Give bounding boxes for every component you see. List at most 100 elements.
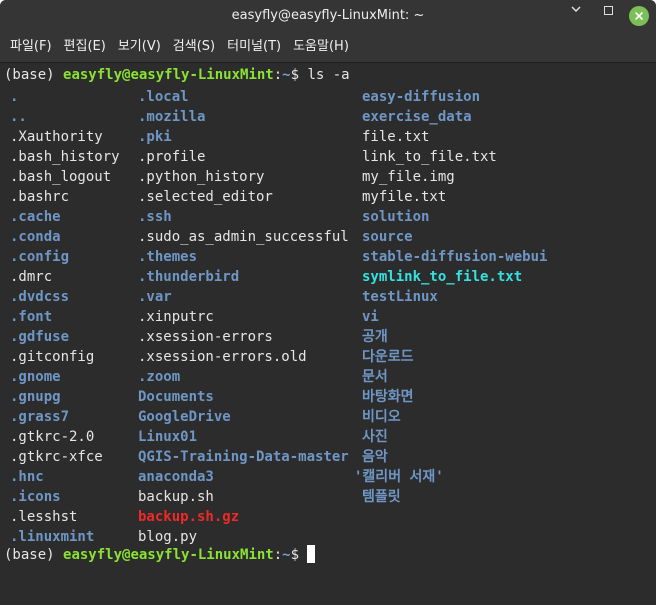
listing-entry-file: .selected_editor — [138, 189, 273, 205]
listing-entry-dir: .conda — [10, 229, 61, 245]
listing-entry-dir: .mozilla — [138, 109, 206, 125]
listing-entry-file: link_to_file.txt — [362, 149, 497, 165]
listing-entry-dir: .cache — [10, 209, 61, 225]
listing-entry-dir: .themes — [138, 249, 198, 265]
listing-entry-dir: .ssh — [138, 209, 172, 225]
listing-column-3: easy-diffusion exercise_data file.txt link_… — [354, 87, 548, 507]
listing-entry-file: .gtkrc-xfce — [10, 449, 103, 465]
listing-entry-dir: '캘리버 서재' — [354, 469, 444, 485]
menu-bar: 파일(F) 편집(E) 보기(V) 검색(S) 터미널(T) 도움말(H) — [0, 32, 656, 62]
listing-entry-file: .xsession-errors.old — [138, 349, 307, 365]
close-button[interactable] — [629, 6, 649, 26]
listing-entry-file: .python_history — [138, 169, 265, 185]
listing-entry-dir: .font — [10, 309, 53, 325]
listing-entry-file: .sudo_as_admin_successful — [138, 229, 349, 245]
listing-entry-dir: .var — [138, 289, 172, 305]
conda-env: (base) — [4, 547, 64, 563]
listing-column-2: .local .mozilla .pki .profile .python_histor… — [138, 87, 349, 547]
listing-entry-dir: anaconda3 — [138, 469, 214, 485]
listing-entry-file: .bashrc — [10, 189, 70, 205]
listing-entry-dir: 공개 — [362, 329, 388, 345]
prompt-symbol: $ — [290, 67, 308, 83]
prompt-separator: : — [273, 547, 283, 563]
listing-entry-file: .dmrc — [10, 269, 53, 285]
terminal-output[interactable]: (base) easyfly@easyfly-LinuxMint:~$ ls -… — [0, 62, 656, 605]
entered-command: ls -a — [307, 67, 350, 83]
listing-entry-file: backup.sh — [138, 489, 214, 505]
user-host: easyfly@easyfly-LinuxMint — [63, 67, 274, 83]
listing-entry-archive: backup.sh.gz — [138, 509, 240, 525]
listing-entry-dir: .dvdcss — [10, 289, 70, 305]
listing-entry-dir: 템플릿 — [362, 489, 401, 505]
minimize-icon — [571, 6, 581, 12]
menu-edit[interactable]: 편집(E) — [58, 32, 112, 62]
listing-entry-dir: .config — [10, 249, 70, 265]
menu-terminal[interactable]: 터미널(T) — [221, 32, 287, 62]
listing-entry-dir: .gnome — [10, 369, 61, 385]
listing-entry-dir: .gdfuse — [10, 329, 70, 345]
listing-entry-dir: .zoom — [138, 369, 181, 385]
listing-entry-file: file.txt — [362, 129, 430, 145]
listing-entry-file: .bash_logout — [10, 169, 112, 185]
text-cursor[interactable] — [307, 545, 316, 563]
listing-entry-dir: .thunderbird — [138, 269, 240, 285]
listing-entry-dir: 음악 — [362, 449, 388, 465]
minimize-button[interactable] — [566, 6, 586, 26]
listing-entry-dir: 사진 — [362, 429, 388, 445]
maximize-icon — [603, 6, 613, 15]
listing-entry-dir: vi — [362, 309, 379, 325]
listing-entry-file: .gtkrc-2.0 — [10, 429, 95, 445]
listing-entry-dir: .grass7 — [10, 409, 70, 425]
listing-entry-dir: .. — [10, 109, 27, 125]
current-path: ~ — [282, 547, 291, 563]
close-icon — [634, 11, 644, 21]
menu-help[interactable]: 도움말(H) — [287, 32, 355, 62]
listing-entry-dir: GoogleDrive — [138, 409, 231, 425]
listing-entry-file: myfile.txt — [362, 189, 447, 205]
prompt-symbol: $ — [290, 547, 308, 563]
listing-entry-file: blog.py — [138, 529, 198, 545]
listing-entry-file: .profile — [138, 149, 206, 165]
menu-file[interactable]: 파일(F) — [4, 32, 58, 62]
listing-entry-dir: .local — [138, 89, 189, 105]
listing-column-1: ... .Xauthority .bash_history .bash_logout.… — [10, 87, 120, 547]
maximize-button[interactable] — [598, 6, 618, 26]
title-bar[interactable]: easyfly@easyfly-LinuxMint: ~ — [0, 0, 656, 32]
terminal-window: easyfly@easyfly-LinuxMint: ~ 파일(F) 편집(E)… — [0, 0, 656, 605]
listing-entry-dir: testLinux — [362, 289, 438, 305]
listing-entry-dir: 바탕화면 — [362, 389, 414, 405]
listing-entry-dir: easy-diffusion — [362, 89, 481, 105]
listing-entry-dir: Linux01 — [138, 429, 198, 445]
prompt-separator: : — [273, 67, 283, 83]
listing-entry-dir: exercise_data — [362, 109, 472, 125]
listing-entry-file: .xinputrc — [138, 309, 214, 325]
listing-entry-dir: .gnupg — [10, 389, 61, 405]
listing-entry-dir: . — [10, 89, 19, 105]
listing-entry-dir: source — [362, 229, 413, 245]
listing-entry-dir: .icons — [10, 489, 61, 505]
listing-entry-dir: .pki — [138, 129, 172, 145]
menu-view[interactable]: 보기(V) — [112, 32, 167, 62]
conda-env: (base) — [4, 67, 64, 83]
listing-entry-dir: 비디오 — [362, 409, 401, 425]
active-prompt-line: (base) easyfly@easyfly-LinuxMint:~$ — [4, 545, 316, 565]
listing-entry-dir: 문서 — [362, 369, 388, 385]
listing-entry-file: .bash_history — [10, 149, 120, 165]
window-title: easyfly@easyfly-LinuxMint: ~ — [231, 8, 425, 23]
listing-entry-dir: solution — [362, 209, 430, 225]
listing-entry-file: .lesshst — [10, 509, 78, 525]
listing-entry-dir: .linuxmint — [10, 529, 95, 545]
listing-entry-dir: stable-diffusion-webui — [362, 249, 548, 265]
user-host: easyfly@easyfly-LinuxMint — [63, 547, 274, 563]
listing-entry-dir: .hnc — [10, 469, 44, 485]
listing-entry-dir: 다운로드 — [362, 349, 414, 365]
command-prompt-line: (base) easyfly@easyfly-LinuxMint:~$ ls -… — [4, 65, 350, 85]
listing-entry-link: symlink_to_file.txt — [362, 269, 523, 285]
listing-entry-dir: Documents — [138, 389, 214, 405]
current-path: ~ — [282, 67, 291, 83]
listing-entry-file: .gitconfig — [10, 349, 95, 365]
listing-entry-file: .xsession-errors — [138, 329, 273, 345]
listing-entry-file: my_file.img — [362, 169, 455, 185]
listing-entry-dir: QGIS-Training-Data-master — [138, 449, 349, 465]
menu-search[interactable]: 검색(S) — [167, 32, 221, 62]
